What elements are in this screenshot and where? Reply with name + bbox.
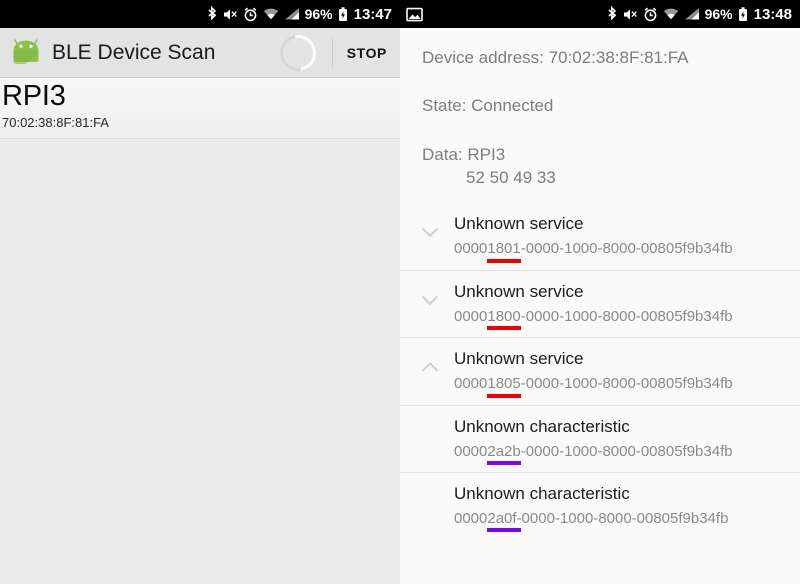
wifi-icon: [263, 7, 279, 21]
battery-percent-label: 96%: [704, 6, 733, 22]
clock-label: 13:47: [353, 5, 392, 23]
gatt-title-label: Unknown service: [454, 214, 584, 234]
data-hex-info: 52 50 49 33: [466, 168, 556, 188]
uuid-highlight-underline: [487, 393, 521, 398]
gatt-title-label: Unknown characteristic: [454, 416, 630, 436]
gatt-row-text: Unknown service 00001800-0000-1000-8000-…: [450, 281, 790, 331]
uuid-highlight-underline: [487, 528, 521, 533]
scanning-spinner: [272, 27, 323, 78]
uuid-highlight-underline: [487, 326, 521, 331]
status-bar-notification-icons: [406, 7, 607, 22]
bluetooth-icon: [207, 6, 218, 22]
gatt-uuid-label: 00002a0f-0000-1000-8000-00805f9b34fb: [454, 509, 728, 533]
clock-label: 13:48: [753, 5, 792, 23]
battery-percent-label: 96%: [304, 6, 333, 22]
gatt-uuid-label: 00001800-0000-1000-8000-00805f9b34fb: [454, 307, 733, 331]
gatt-row-text: Unknown characteristic 00002a0f-0000-100…: [450, 483, 790, 533]
dual-screenshot-composite: 96% 13:47 BLE Device Scan STOP RPI3 70:0…: [0, 0, 800, 584]
bluetooth-icon: [607, 6, 618, 22]
stop-button[interactable]: STOP: [347, 45, 400, 61]
status-bar-right: 96% 13:48: [400, 0, 800, 28]
gatt-uuid-label: 00001801-0000-1000-8000-00805f9b34fb: [454, 239, 733, 263]
device-name-label: RPI3: [2, 80, 66, 112]
battery-icon: [738, 6, 748, 22]
gatt-services-pane: 96% 13:48 Device address: 70:02:38:8F:81…: [400, 0, 800, 584]
app-bar: BLE Device Scan STOP: [0, 27, 400, 78]
status-bar-left: 96% 13:47: [0, 0, 400, 28]
gatt-title-label: Unknown service: [454, 349, 584, 369]
image-icon: [406, 7, 423, 22]
connection-info-block: Device address: 70:02:38:8F:81:FA State:…: [400, 28, 800, 195]
gatt-service-row[interactable]: Unknown service 00001801-0000-1000-8000-…: [400, 203, 800, 269]
cellular-signal-icon: [284, 7, 300, 21]
cellular-signal-icon: [684, 7, 700, 21]
device-list: RPI3 70:02:38:8F:81:FA: [0, 78, 400, 140]
android-robot-icon: [6, 33, 46, 73]
alarm-icon: [243, 7, 258, 22]
gatt-uuid-label: 00001805-0000-1000-8000-00805f9b34fb: [454, 374, 733, 398]
gatt-title-label: Unknown service: [454, 281, 584, 301]
gatt-row-text: Unknown characteristic 00002a2b-0000-100…: [450, 416, 790, 466]
gatt-service-row-expanded[interactable]: Unknown service 00001805-0000-1000-8000-…: [400, 337, 800, 404]
page-title: BLE Device Scan: [52, 40, 216, 64]
chevron-down-icon[interactable]: [410, 213, 450, 238]
gatt-title-label: Unknown characteristic: [454, 484, 630, 504]
volume-mute-icon: [623, 7, 638, 22]
gatt-list: Unknown service 00001801-0000-1000-8000-…: [400, 203, 800, 539]
gatt-row-text: Unknown service 00001805-0000-1000-8000-…: [450, 348, 790, 398]
uuid-highlight-underline: [487, 258, 521, 263]
battery-icon: [338, 6, 348, 22]
alarm-icon: [643, 7, 658, 22]
device-address-label: 70:02:38:8F:81:FA: [2, 115, 109, 131]
connection-state-info: State: Connected: [422, 96, 554, 116]
scan-screen-pane: 96% 13:47 BLE Device Scan STOP RPI3 70:0…: [0, 0, 400, 584]
list-item[interactable]: RPI3 70:02:38:8F:81:FA: [0, 78, 400, 140]
volume-mute-icon: [223, 7, 238, 22]
status-bar-right-icons: 96% 13:47: [207, 6, 392, 22]
gatt-service-row[interactable]: Unknown service 00001800-0000-1000-8000-…: [400, 269, 800, 337]
gatt-row-text: Unknown service 00001801-0000-1000-8000-…: [450, 213, 790, 263]
status-bar-right-icons-2: 96% 13:48: [607, 6, 792, 22]
chevron-down-icon[interactable]: [410, 281, 450, 306]
device-address-info: Device address: 70:02:38:8F:81:FA: [422, 48, 689, 67]
data-info: Data: RPI3: [422, 144, 506, 164]
app-bar-divider: [331, 37, 333, 68]
chevron-up-icon[interactable]: [410, 348, 450, 373]
wifi-icon: [663, 7, 679, 21]
gatt-uuid-label: 00002a2b-0000-1000-8000-00805f9b34fb: [454, 442, 733, 466]
gatt-characteristic-row[interactable]: Unknown characteristic 00002a0f-0000-100…: [400, 472, 800, 539]
gatt-characteristic-row[interactable]: Unknown characteristic 00002a2b-0000-100…: [400, 404, 800, 472]
uuid-highlight-underline: [487, 461, 521, 466]
